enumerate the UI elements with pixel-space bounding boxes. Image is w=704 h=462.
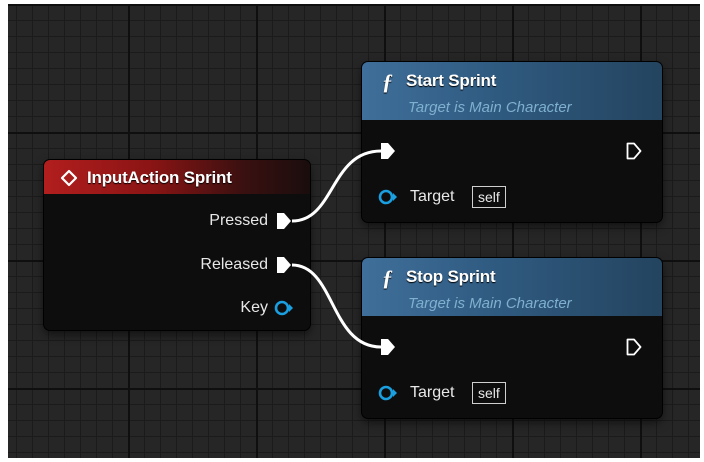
pressed-pin-label: Pressed xyxy=(209,212,268,229)
start-sprint-target-pin-icon[interactable] xyxy=(378,188,398,206)
start-sprint-node[interactable]: ƒ Start Sprint Target is Main Character … xyxy=(362,62,662,222)
pressed-exec-pin-icon[interactable] xyxy=(276,212,292,230)
released-exec-pin-icon[interactable] xyxy=(276,256,292,274)
start-sprint-exec-out-pin-icon[interactable] xyxy=(626,142,642,160)
input-action-node-header[interactable]: InputAction Sprint xyxy=(44,160,310,194)
function-icon: ƒ xyxy=(382,69,393,94)
start-sprint-target-self-field[interactable]: self xyxy=(472,186,506,208)
key-object-pin-icon[interactable] xyxy=(274,299,294,317)
input-action-title: InputAction Sprint xyxy=(87,168,232,187)
stop-sprint-exec-in-pin-icon[interactable] xyxy=(380,338,396,356)
start-sprint-title: Start Sprint xyxy=(406,71,497,90)
stop-sprint-target-pin-icon[interactable] xyxy=(378,384,398,402)
function-icon: ƒ xyxy=(382,265,393,290)
key-pin-label: Key xyxy=(240,299,268,316)
start-sprint-target-label: Target xyxy=(410,188,455,205)
stop-sprint-title: Stop Sprint xyxy=(406,267,496,286)
input-action-node[interactable]: InputAction Sprint Pressed Released Key xyxy=(44,160,310,330)
stop-sprint-node-header[interactable]: ƒ Stop Sprint Target is Main Character xyxy=(362,258,662,316)
stop-sprint-exec-out-pin-icon[interactable] xyxy=(626,338,642,356)
stop-sprint-target-self-field[interactable]: self xyxy=(472,382,506,404)
stop-sprint-node[interactable]: ƒ Stop Sprint Target is Main Character T… xyxy=(362,258,662,418)
start-sprint-node-header[interactable]: ƒ Start Sprint Target is Main Character xyxy=(362,62,662,120)
start-sprint-exec-in-pin-icon[interactable] xyxy=(380,142,396,160)
released-pin-label: Released xyxy=(200,256,268,273)
stop-sprint-target-label: Target xyxy=(410,384,455,401)
start-sprint-subtitle: Target is Main Character xyxy=(408,99,572,116)
diamond-event-icon xyxy=(60,169,78,187)
stop-sprint-subtitle: Target is Main Character xyxy=(408,295,572,312)
